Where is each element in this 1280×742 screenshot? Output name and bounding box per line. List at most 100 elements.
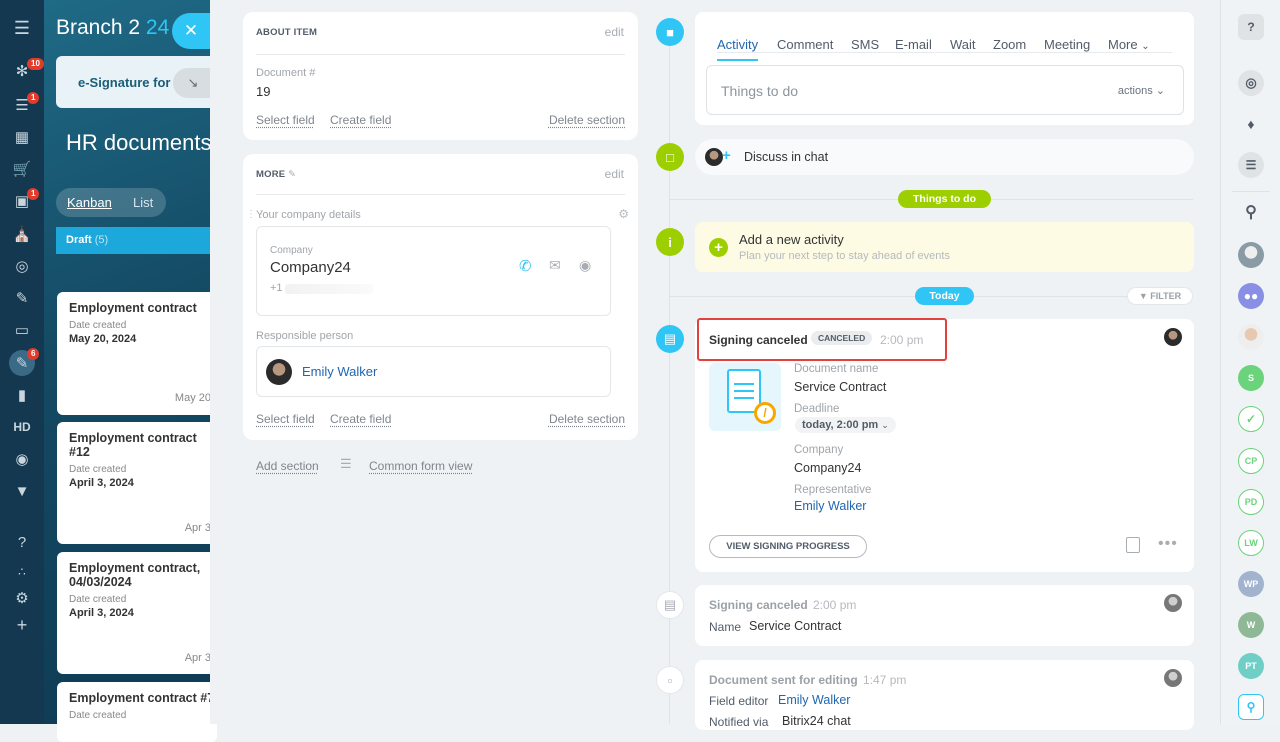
minimize-button[interactable]: ↘ xyxy=(173,68,213,98)
today-pill: Today xyxy=(915,287,974,305)
add-icon[interactable]: + xyxy=(709,238,728,257)
avatar[interactable] xyxy=(1238,242,1264,268)
mail-icon[interactable]: ✉ xyxy=(549,257,561,274)
info-icon: i xyxy=(656,228,684,256)
deadline-chip[interactable]: today, 2:00 pm ⌄ xyxy=(795,417,896,433)
responsible-card[interactable]: Emily Walker xyxy=(256,346,611,397)
filter-button[interactable]: ▼ FILTER xyxy=(1127,287,1193,305)
contact-avatar-w[interactable]: W xyxy=(1238,612,1264,638)
chat-bubble-icon: ▫ xyxy=(656,666,684,694)
divider xyxy=(1232,191,1270,192)
help-icon[interactable]: ? xyxy=(1238,14,1264,40)
video-icon[interactable]: ◉ xyxy=(11,448,33,470)
analytics-icon[interactable]: ▮ xyxy=(11,384,33,406)
common-form-view-link[interactable]: Common form view xyxy=(369,459,472,473)
company-value: Company24 xyxy=(794,461,862,475)
edit-link[interactable]: edit xyxy=(605,167,624,181)
settings-icon[interactable]: ⚙ xyxy=(11,587,33,609)
tab-activity[interactable]: Activity xyxy=(717,37,759,61)
view-signing-progress-button[interactable]: VIEW SIGNING PROGRESS xyxy=(709,535,867,558)
document-preview[interactable]: / xyxy=(709,363,781,431)
section-title: MORE ✎ xyxy=(256,169,297,180)
discuss-in-chat-button[interactable]: + Discuss in chat xyxy=(695,139,1194,175)
menu-icon[interactable]: ☰ xyxy=(11,17,33,39)
about-item-section: ABOUT ITEM edit Document # 19 Select fie… xyxy=(243,12,638,140)
structure-icon[interactable]: ∴ xyxy=(11,561,33,583)
kanban-card[interactable]: Employment contract #7 Date created xyxy=(57,682,217,742)
field-editor-value[interactable]: Emily Walker xyxy=(778,693,850,707)
tab-more[interactable]: More ⌄ xyxy=(1108,37,1150,52)
kanban-card[interactable]: Employment contract Date created May 20,… xyxy=(57,292,217,415)
contact-avatar-lw[interactable]: LW xyxy=(1238,530,1264,556)
card-title: Employment contract #7 xyxy=(69,691,215,705)
edit-link[interactable]: edit xyxy=(605,25,624,39)
contact-avatar-pt[interactable]: PT xyxy=(1238,653,1264,679)
contact-avatar-pd[interactable]: PD xyxy=(1238,489,1264,515)
representative-label: Representative xyxy=(794,484,872,496)
delete-section-link[interactable]: Delete section xyxy=(549,113,625,127)
add-icon[interactable]: + xyxy=(11,614,33,636)
search-chat-icon[interactable]: ⚲ xyxy=(1238,694,1264,720)
signing-canceled-log: Signing canceled 2:00 pm Name Service Co… xyxy=(695,585,1194,646)
calendar-icon[interactable]: ▦ xyxy=(11,126,33,148)
tab-sms[interactable]: SMS xyxy=(851,37,879,52)
avatar[interactable] xyxy=(1238,324,1264,350)
tab-wait[interactable]: Wait xyxy=(950,37,976,52)
company-name[interactable]: Company24 xyxy=(270,259,351,276)
delete-section-link[interactable]: Delete section xyxy=(549,412,625,426)
company-card[interactable]: Company Company24 +1 ✆ ✉ ◉ xyxy=(256,226,611,316)
card-date: April 3, 2024 xyxy=(69,607,134,619)
company-label: Company xyxy=(270,245,313,256)
card-date-short: Apr 3 xyxy=(184,652,211,664)
bank-icon[interactable]: ⛪ xyxy=(11,223,33,245)
view-list[interactable]: List xyxy=(133,195,153,210)
select-field-link[interactable]: Select field xyxy=(256,412,315,426)
copilot-icon[interactable]: ◎ xyxy=(1238,70,1264,96)
field-editor-label: Field editor xyxy=(709,694,769,708)
tab-email[interactable]: E-mail xyxy=(895,37,932,52)
group-icon[interactable]: ●● xyxy=(1238,283,1264,309)
things-to-do-input[interactable]: Things to do actions ⌄ xyxy=(706,65,1184,115)
tab-comment[interactable]: Comment xyxy=(777,37,833,52)
pencil-icon[interactable]: ✎ xyxy=(288,169,296,180)
search-icon[interactable]: ⚲ xyxy=(1238,199,1264,225)
tab-zoom[interactable]: Zoom xyxy=(993,37,1026,52)
chat-icon[interactable]: ◉ xyxy=(579,257,591,274)
contact-avatar-wp[interactable]: WP xyxy=(1238,571,1264,597)
shop-cart-icon[interactable]: 🛒 xyxy=(11,158,33,180)
select-field-link[interactable]: Select field xyxy=(256,113,315,127)
actions-dropdown[interactable]: actions ⌄ xyxy=(1118,84,1165,97)
view-kanban[interactable]: Kanban xyxy=(67,195,112,210)
box-icon[interactable]: ▭ xyxy=(11,319,33,341)
input-placeholder: Things to do xyxy=(721,83,799,99)
representative-value[interactable]: Emily Walker xyxy=(794,499,866,513)
bell-icon[interactable]: ♦ xyxy=(1238,111,1264,137)
cancel-icon: / xyxy=(754,402,776,424)
task-icon[interactable]: ✓ xyxy=(1238,406,1264,432)
document-name-label: Document name xyxy=(794,363,879,375)
tab-meeting[interactable]: Meeting xyxy=(1044,37,1090,52)
add-activity-card[interactable]: + Add a new activity Plan your next step… xyxy=(695,222,1194,272)
kanban-card[interactable]: Employment contract #12 Date created Apr… xyxy=(57,422,217,544)
create-field-link[interactable]: Create field xyxy=(330,113,391,127)
contact-avatar-cp[interactable]: CP xyxy=(1238,448,1264,474)
signature-icon[interactable]: ✎ xyxy=(11,287,33,309)
chevron-down-icon[interactable]: ▼ xyxy=(11,480,33,502)
activity-editor: Activity Comment SMS E-mail Wait Zoom Me… xyxy=(695,12,1194,125)
target-icon[interactable]: ◎ xyxy=(11,255,33,277)
add-section-link[interactable]: Add section xyxy=(256,459,319,473)
create-field-link[interactable]: Create field xyxy=(330,412,391,426)
card-date-short: May 20 xyxy=(174,392,211,404)
contact-avatar-s[interactable]: S xyxy=(1238,365,1264,391)
more-options-icon[interactable]: ••• xyxy=(1158,535,1178,553)
help-icon[interactable]: ? xyxy=(11,531,33,553)
hd-label[interactable]: HD xyxy=(11,416,33,438)
messenger-icon[interactable]: ☰ xyxy=(1238,152,1264,178)
phone-call-icon[interactable]: ✆ xyxy=(519,257,532,275)
company-phone[interactable]: +1 xyxy=(270,282,283,294)
close-panel-button[interactable]: ✕ xyxy=(172,13,210,49)
kanban-card[interactable]: Employment contract, 04/03/2024 Date cre… xyxy=(57,552,217,674)
settings-icon[interactable]: ⚙ xyxy=(618,207,629,221)
note-icon[interactable] xyxy=(1126,537,1140,553)
responsible-name[interactable]: Emily Walker xyxy=(302,364,377,379)
